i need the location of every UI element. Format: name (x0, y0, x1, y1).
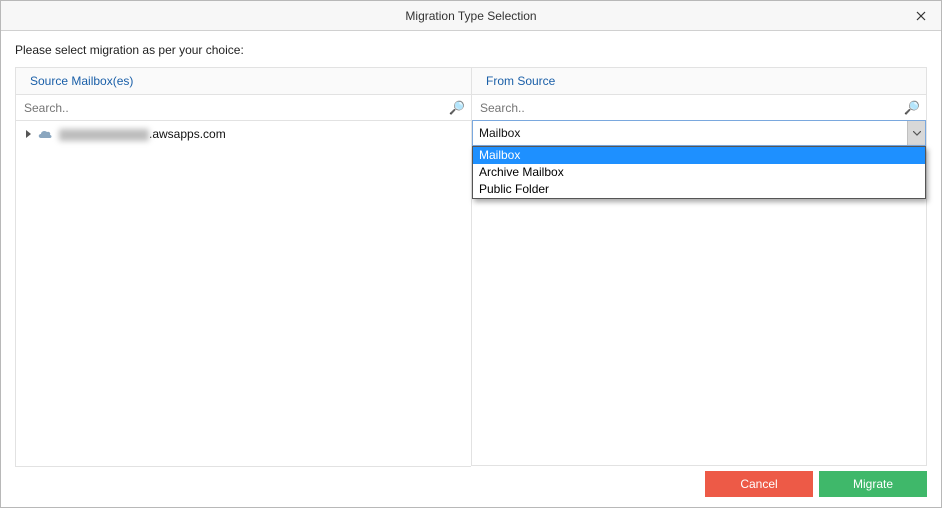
search-icon[interactable]: 🔍 (904, 100, 920, 116)
from-source-header: From Source (471, 67, 927, 95)
expand-icon[interactable] (26, 130, 31, 138)
source-mailboxes-column: Source Mailbox(es) 🔍 .awsapps.com (15, 67, 471, 467)
search-icon[interactable]: 🔍 (449, 100, 465, 116)
from-source-body: Mailbox Mailbox Archive Mailbox Public F… (471, 120, 927, 466)
source-mailboxes-header: Source Mailbox(es) (15, 67, 471, 95)
tree-item[interactable]: .awsapps.com (22, 125, 465, 143)
close-icon (916, 11, 926, 21)
from-source-select[interactable]: Mailbox Mailbox Archive Mailbox Public F… (472, 120, 926, 146)
source-tree: .awsapps.com (15, 121, 471, 467)
columns-container: Source Mailbox(es) 🔍 .awsapps.com (15, 67, 927, 467)
window-title: Migration Type Selection (405, 9, 536, 23)
close-button[interactable] (901, 1, 941, 31)
from-source-search-row: 🔍 (471, 95, 927, 121)
dropdown-option-archive[interactable]: Archive Mailbox (473, 164, 925, 181)
instruction-text: Please select migration as per your choi… (15, 43, 927, 57)
cancel-button[interactable]: Cancel (705, 471, 813, 497)
migrate-button[interactable]: Migrate (819, 471, 927, 497)
dropdown-option-public-folder[interactable]: Public Folder (473, 181, 925, 198)
redacted-text (59, 129, 149, 141)
content-area: Please select migration as per your choi… (1, 31, 941, 467)
select-value: Mailbox (473, 126, 907, 140)
dropdown-option-mailbox[interactable]: Mailbox (473, 147, 925, 164)
chevron-down-icon (913, 131, 921, 136)
cloud-icon (37, 129, 53, 140)
select-dropdown-button[interactable] (907, 121, 925, 145)
from-source-column: From Source 🔍 Mailbox Mailbox Archive Ma… (471, 67, 927, 467)
titlebar: Migration Type Selection (1, 1, 941, 31)
source-search-input[interactable] (20, 101, 449, 115)
footer-buttons: Cancel Migrate (705, 471, 927, 497)
dropdown-list: Mailbox Archive Mailbox Public Folder (472, 146, 926, 199)
from-source-search-input[interactable] (476, 101, 904, 115)
tree-item-label: .awsapps.com (59, 127, 226, 141)
source-search-row: 🔍 (15, 95, 471, 121)
